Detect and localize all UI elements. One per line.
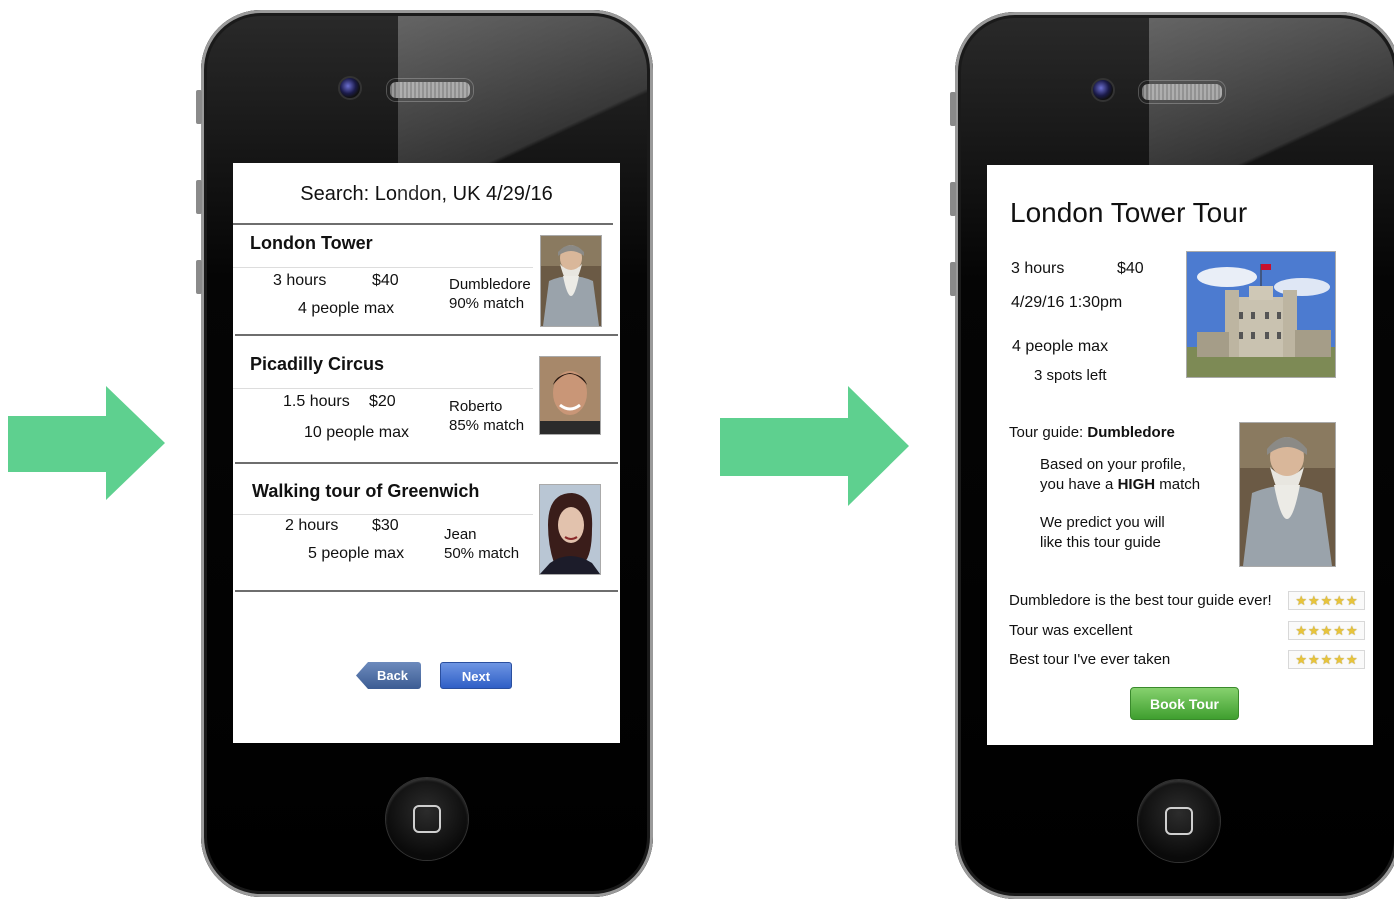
volume-button	[196, 260, 202, 294]
result-capacity: 5 people max	[308, 545, 405, 562]
tour-duration: 3 hours	[1011, 260, 1065, 277]
star-icon: ★	[1308, 623, 1320, 638]
result-price: $20	[369, 393, 396, 410]
roberto-photo	[539, 356, 601, 435]
next-button[interactable]: Next	[440, 662, 512, 689]
star-icon: ★	[1320, 652, 1333, 667]
match-prefix: you have a	[1040, 476, 1118, 493]
star-icon: ★	[1295, 623, 1308, 638]
tower-photo	[1186, 251, 1336, 378]
review-text: Tour was excellent	[1009, 622, 1133, 639]
result-guide: Jean	[444, 526, 477, 543]
result-title[interactable]: Walking tour of Greenwich	[252, 481, 479, 502]
divider	[233, 514, 533, 515]
volume-button	[950, 262, 956, 296]
divider	[233, 388, 533, 389]
result-guide: Roberto	[449, 398, 503, 415]
match-line-1: Based on your profile,	[1040, 456, 1186, 473]
divider	[233, 223, 613, 225]
dumbledore-photo	[540, 235, 602, 327]
speaker-grille	[1139, 81, 1225, 103]
star-icon: ★	[1345, 593, 1358, 608]
star-icon: ★	[1308, 593, 1320, 608]
dumbledore-photo	[1239, 422, 1336, 567]
result-price: $30	[372, 517, 399, 534]
volume-button	[950, 182, 956, 216]
predict-line-1: We predict you will	[1040, 514, 1165, 531]
divider	[233, 267, 533, 268]
tour-capacity: 4 people max	[1012, 338, 1109, 355]
star-icon: ★	[1295, 593, 1308, 608]
star-icon: ★	[1295, 652, 1308, 667]
result-title[interactable]: London Tower	[250, 233, 373, 254]
jean-photo	[539, 484, 601, 575]
star-rating: ★ ★ ★ ★ ★	[1288, 621, 1365, 640]
flow-arrow-1	[8, 386, 165, 500]
star-rating: ★ ★ ★ ★ ★	[1288, 591, 1365, 610]
divider	[235, 590, 618, 592]
volume-button	[196, 180, 202, 214]
result-capacity: 4 people max	[298, 300, 395, 317]
star-icon: ★	[1345, 623, 1358, 638]
review-text: Best tour I've ever taken	[1009, 651, 1171, 668]
match-suffix: match	[1155, 476, 1201, 493]
tour-detail-screen: London Tower Tour 3 hours $40 4/29/16 1:…	[987, 165, 1373, 745]
divider	[235, 334, 618, 336]
result-match: 85% match	[449, 417, 525, 434]
tour-guide-name[interactable]: Dumbledore	[1087, 424, 1175, 441]
star-icon: ★	[1333, 623, 1345, 638]
volume-button	[196, 90, 202, 124]
home-button[interactable]	[386, 778, 468, 860]
result-match: 50% match	[444, 545, 520, 562]
flow-arrow-2	[720, 386, 909, 506]
page-title: London Tower Tour	[1010, 197, 1248, 228]
star-icon: ★	[1308, 652, 1320, 667]
review-text: Dumbledore is the best tour guide ever!	[1009, 592, 1272, 609]
back-label: Back	[376, 668, 409, 683]
page-title: Search: London, UK 4/29/16	[300, 183, 553, 205]
star-rating: ★ ★ ★ ★ ★	[1288, 650, 1365, 669]
result-duration: 1.5 hours	[283, 393, 350, 410]
home-button[interactable]	[1138, 780, 1220, 862]
tour-datetime: 4/29/16 1:30pm	[1011, 294, 1123, 311]
result-duration: 2 hours	[285, 517, 339, 534]
home-square-icon	[413, 805, 441, 833]
result-capacity: 10 people max	[304, 424, 409, 441]
match-line-2: you have a HIGH match	[1040, 476, 1200, 493]
search-results-screen: Search: London, UK 4/29/16 London Tower …	[233, 163, 620, 743]
home-square-icon	[1165, 807, 1193, 835]
tour-price: $40	[1117, 260, 1144, 277]
camera-icon	[338, 76, 362, 100]
star-icon: ★	[1320, 623, 1333, 638]
volume-button	[950, 92, 956, 126]
match-level: HIGH	[1117, 476, 1156, 493]
phone-frame-1: Search: London, UK 4/29/16 London Tower …	[196, 10, 653, 897]
phone-frame-2: London Tower Tour 3 hours $40 4/29/16 1:…	[950, 12, 1394, 899]
star-icon: ★	[1333, 652, 1345, 667]
spots-left: 3 spots left	[1034, 367, 1107, 384]
book-tour-button[interactable]: Book Tour	[1130, 687, 1239, 720]
tour-guide-prefix: Tour guide:	[1009, 424, 1088, 441]
result-title[interactable]: Picadilly Circus	[250, 354, 384, 375]
result-price: $40	[372, 272, 399, 289]
speaker-grille	[387, 79, 473, 101]
tour-guide-line: Tour guide: Dumbledore	[1009, 424, 1175, 441]
star-icon: ★	[1320, 593, 1333, 608]
result-duration: 3 hours	[273, 272, 327, 289]
predict-line-2: like this tour guide	[1040, 534, 1161, 551]
star-icon: ★	[1345, 652, 1358, 667]
back-button[interactable]: Back	[356, 662, 421, 689]
result-match: 90% match	[449, 295, 525, 312]
divider	[235, 462, 618, 464]
result-guide: Dumbledore	[449, 276, 531, 293]
star-icon: ★	[1333, 593, 1345, 608]
camera-icon	[1091, 78, 1115, 102]
